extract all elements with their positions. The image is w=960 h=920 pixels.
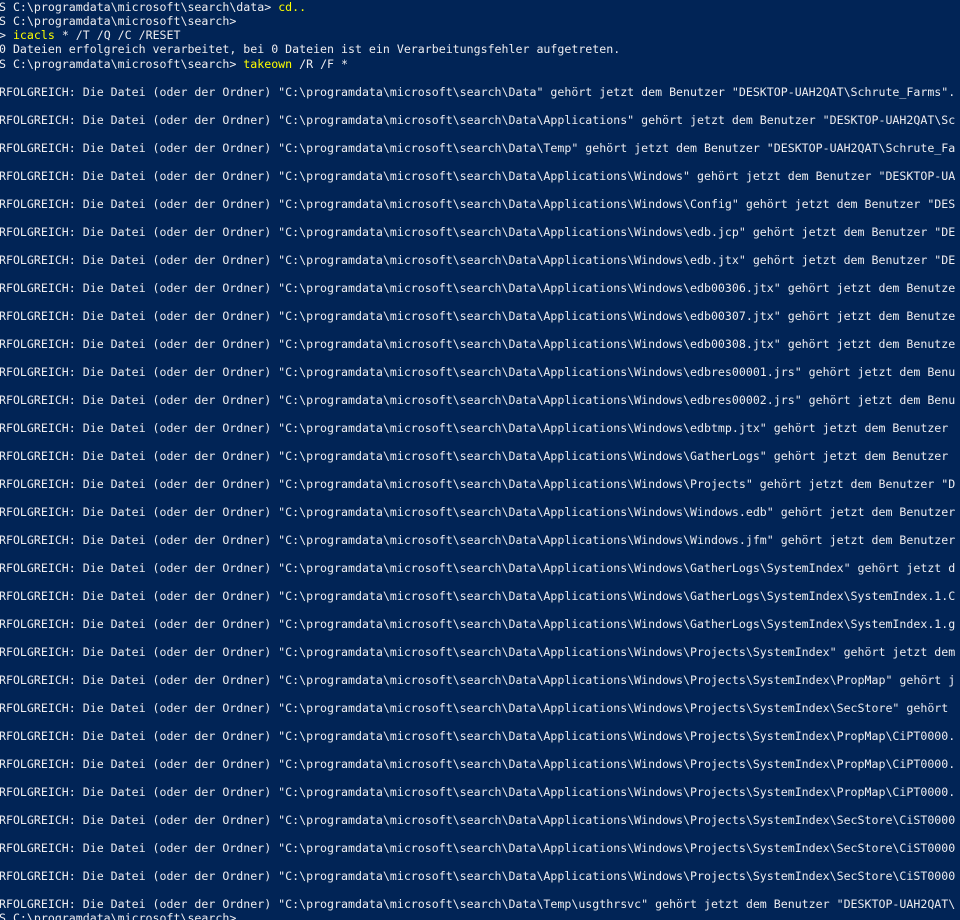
output-line: ERFOLGREICH: Die Datei (oder der Ordner)… bbox=[0, 729, 956, 743]
output-line: ERFOLGREICH: Die Datei (oder der Ordner)… bbox=[0, 897, 956, 911]
output-line: ERFOLGREICH: Die Datei (oder der Ordner)… bbox=[0, 505, 956, 519]
command-args: /R /F * bbox=[292, 57, 348, 71]
prompt-text: PS C:\programdata\microsoft\search> bbox=[0, 57, 244, 71]
prompt-line: PS C:\programdata\microsoft\search> bbox=[0, 911, 237, 920]
output-line: ERFOLGREICH: Die Datei (oder der Ordner)… bbox=[0, 337, 956, 351]
output-line: ERFOLGREICH: Die Datei (oder der Ordner)… bbox=[0, 673, 956, 687]
prompt-text: PS C:\programdata\microsoft\search\data> bbox=[0, 0, 279, 14]
output-line: ERFOLGREICH: Die Datei (oder der Ordner)… bbox=[0, 169, 956, 183]
output-line: ERFOLGREICH: Die Datei (oder der Ordner)… bbox=[0, 225, 956, 239]
output-line: ERFOLGREICH: Die Datei (oder der Ordner)… bbox=[0, 785, 956, 799]
output-line: ERFOLGREICH: Die Datei (oder der Ordner)… bbox=[0, 533, 956, 547]
powershell-console[interactable]: PS C:\programdata\microsoft\search\data>… bbox=[0, 0, 960, 920]
output-line: ERFOLGREICH: Die Datei (oder der Ordner)… bbox=[0, 281, 956, 295]
output-line: ERFOLGREICH: Die Datei (oder der Ordner)… bbox=[0, 113, 956, 127]
console-line: >> icacls * /T /Q /C /RESET bbox=[0, 28, 180, 42]
command-text: takeown bbox=[243, 57, 293, 71]
prompt-text: PS C:\programdata\microsoft\search> bbox=[0, 14, 237, 28]
output-line: ERFOLGREICH: Die Datei (oder der Ordner)… bbox=[0, 85, 956, 99]
output-line: ERFOLGREICH: Die Datei (oder der Ordner)… bbox=[0, 393, 956, 407]
output-line: ERFOLGREICH: Die Datei (oder der Ordner)… bbox=[0, 645, 956, 659]
output-line: ERFOLGREICH: Die Datei (oder der Ordner)… bbox=[0, 421, 949, 435]
output-line: ERFOLGREICH: Die Datei (oder der Ordner)… bbox=[0, 477, 956, 491]
output-line: ERFOLGREICH: Die Datei (oder der Ordner)… bbox=[0, 197, 956, 211]
output-line: ERFOLGREICH: Die Datei (oder der Ordner)… bbox=[0, 449, 949, 463]
output-line: ERFOLGREICH: Die Datei (oder der Ordner)… bbox=[0, 309, 956, 323]
console-line: PS C:\programdata\microsoft\search\data>… bbox=[0, 0, 306, 14]
command-text: cd.. bbox=[278, 0, 307, 14]
output-line: ERFOLGREICH: Die Datei (oder der Ordner)… bbox=[0, 141, 956, 155]
output-line: ERFOLGREICH: Die Datei (oder der Ordner)… bbox=[0, 701, 949, 715]
output-line: ERFOLGREICH: Die Datei (oder der Ordner)… bbox=[0, 757, 956, 771]
output-line: ERFOLGREICH: Die Datei (oder der Ordner)… bbox=[0, 561, 956, 575]
console-line: 30 Dateien erfolgreich verarbeitet, bei … bbox=[0, 42, 620, 56]
output-line: ERFOLGREICH: Die Datei (oder der Ordner)… bbox=[0, 253, 956, 267]
output-line: ERFOLGREICH: Die Datei (oder der Ordner)… bbox=[0, 617, 956, 631]
command-text: icacls bbox=[12, 28, 55, 42]
console-line: PS C:\programdata\microsoft\search> bbox=[0, 14, 236, 28]
output-line: ERFOLGREICH: Die Datei (oder der Ordner)… bbox=[0, 589, 956, 603]
console-line: PS C:\programdata\microsoft\search> take… bbox=[0, 57, 348, 71]
output-text: 30 Dateien erfolgreich verarbeitet, bei … bbox=[0, 42, 621, 56]
output-line: ERFOLGREICH: Die Datei (oder der Ordner)… bbox=[0, 365, 956, 379]
output-line: ERFOLGREICH: Die Datei (oder der Ordner)… bbox=[0, 841, 956, 855]
prompt-text: >> bbox=[0, 28, 6, 42]
output-line: ERFOLGREICH: Die Datei (oder der Ordner)… bbox=[0, 869, 956, 883]
output-line: ERFOLGREICH: Die Datei (oder der Ordner)… bbox=[0, 813, 956, 827]
command-args: * /T /Q /C /RESET bbox=[54, 28, 181, 42]
